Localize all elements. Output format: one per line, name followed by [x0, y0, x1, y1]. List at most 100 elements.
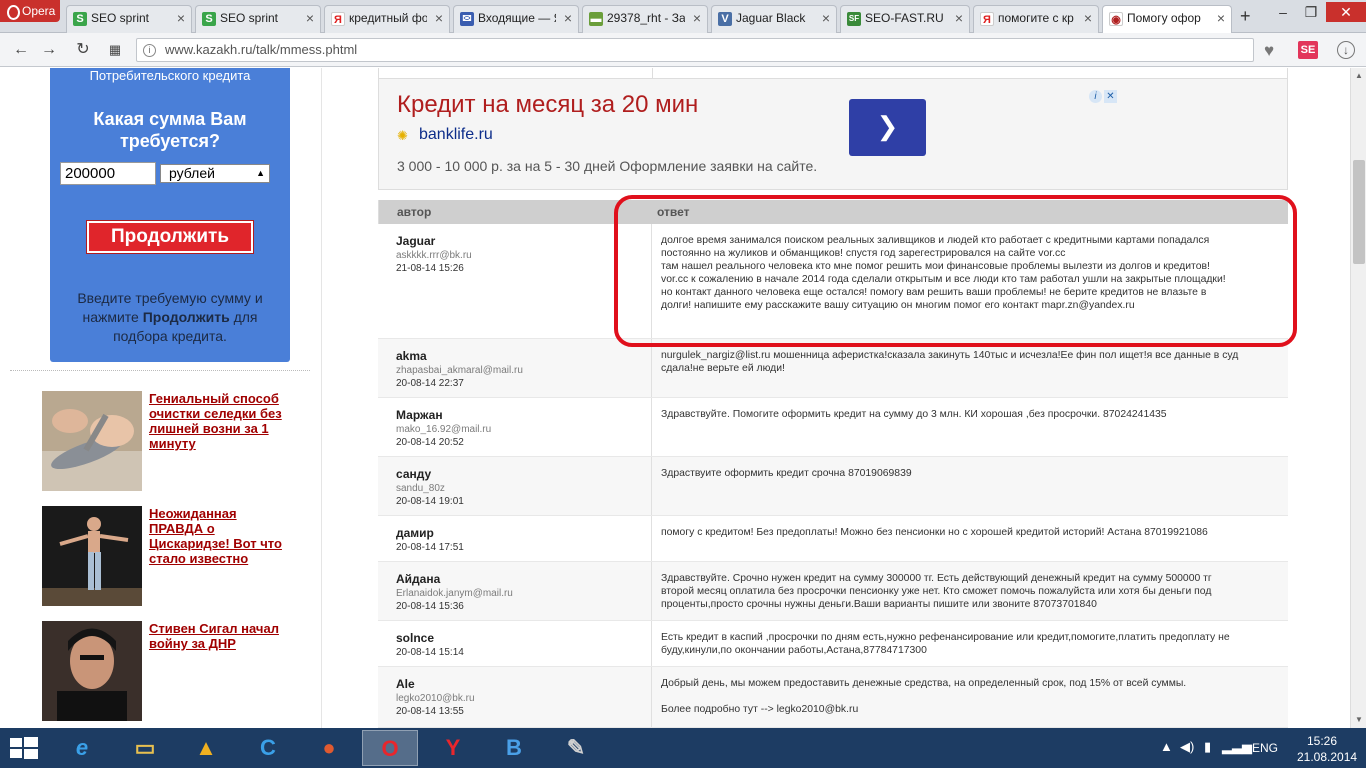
close-window-button[interactable]: ✕ [1326, 2, 1366, 22]
currency-select[interactable]: рублей ▲ [160, 164, 270, 183]
post-date: 20-08-14 17:51 [396, 542, 464, 553]
news-link[interactable]: Неожиданная ПРАВДА о Цискаридзе! Вот что… [149, 506, 282, 566]
app-ball-icon[interactable]: ● [301, 730, 357, 766]
scrollbar-thumb[interactable] [1353, 160, 1365, 264]
tab-title: Помогу офор [1127, 11, 1201, 25]
internet-explorer-icon[interactable]: e [54, 730, 110, 766]
tab-seo-sprint-1[interactable]: S SEO sprint × [66, 5, 192, 33]
news-item-herring[interactable]: Гениальный способ очистки селедки без ли… [42, 391, 282, 491]
site-info-icon[interactable]: i [143, 44, 156, 57]
app-c-icon[interactable]: C [240, 730, 296, 766]
tab-seo-fast[interactable]: SF SEO-FAST.RU × [840, 5, 970, 33]
app-triangle-icon[interactable]: ▲ [178, 730, 234, 766]
clock-time[interactable]: 15:26 [1307, 734, 1337, 748]
tab-close-icon[interactable]: × [955, 6, 963, 30]
reload-icon[interactable]: ↻ [72, 39, 94, 61]
ad-info-icon[interactable]: i [1089, 90, 1102, 103]
file-explorer-icon[interactable]: ▭ [117, 730, 173, 766]
url-field[interactable]: www.kazakh.ru/talk/mmess.phtml [136, 38, 1254, 62]
ad-title[interactable]: Кредит на месяц за 20 мин [397, 91, 698, 119]
tray-expand-icon[interactable]: ▲ [1160, 739, 1173, 754]
minimize-button[interactable]: – [1270, 2, 1296, 22]
opera-taskbar-icon[interactable]: O [362, 730, 418, 766]
tab-title: кредитный фо [349, 11, 427, 25]
ad-close-icon[interactable]: ✕ [1104, 90, 1117, 103]
tab-jaguar-black[interactable]: V Jaguar Black × [711, 5, 837, 33]
bookmark-heart-icon[interactable]: ♥ [1264, 41, 1274, 61]
tab-close-icon[interactable]: × [177, 6, 185, 30]
post-date: 20-08-14 22:37 [396, 378, 464, 389]
ad-domain-link[interactable]: banklife.ru [419, 126, 493, 144]
maximize-button[interactable]: ❐ [1298, 2, 1324, 22]
continue-button[interactable]: Продолжить [87, 221, 253, 253]
app-b-icon[interactable]: B [486, 730, 542, 766]
tab-favicon-icon: ◉ [1109, 12, 1123, 26]
network-icon[interactable]: ▮ [1204, 739, 1211, 755]
row-author: Jaguar askkkk.rrr@bk.ru 21-08-14 15:26 [396, 234, 636, 274]
table-row: Маржан mako_16.92@mail.ru 20-08-14 20:52… [378, 398, 1288, 457]
tab-close-icon[interactable]: × [1084, 6, 1092, 30]
news-link[interactable]: Стивен Сигал начал войну за ДНР [149, 621, 282, 651]
previous-row-fragment [378, 68, 1288, 78]
header-author: автор [397, 205, 432, 219]
tab-29378-rht[interactable]: ▬ 29378_rht - За × [582, 5, 708, 33]
tab-favicon-icon: S [73, 12, 87, 26]
clock-date[interactable]: 21.08.2014 [1297, 750, 1357, 764]
table-row: Айдана Erlanaidok.janym@mail.ru 20-08-14… [378, 562, 1288, 621]
download-icon[interactable]: ↓ [1337, 41, 1355, 59]
volume-icon[interactable]: ◀) [1180, 739, 1194, 755]
paint-icon[interactable]: ✎ [548, 730, 604, 766]
currency-select-value: рублей [169, 165, 215, 181]
tab-close-icon[interactable]: × [1217, 6, 1225, 30]
news-thumb-dancer-image[interactable] [42, 506, 142, 606]
scroll-down-arrow-icon[interactable]: ▼ [1351, 712, 1366, 728]
language-indicator[interactable]: ENG [1252, 741, 1278, 755]
author-email: zhapasbai_akmaral@mail.ru [396, 365, 523, 376]
news-thumb-herring-image[interactable] [42, 391, 142, 491]
se-extension-icon[interactable]: SE [1298, 41, 1318, 59]
table-header: автор ответ [378, 200, 1288, 224]
tab-title: SEO-FAST.RU [865, 11, 944, 25]
tab-inbox[interactable]: ✉ Входящие — Я × [453, 5, 579, 33]
advertisement-block[interactable]: Кредит на месяц за 20 мин ✺ banklife.ru … [378, 78, 1288, 190]
answer-text: Добрый день, мы можем предоставить денеж… [661, 678, 1187, 715]
tab-title: SEO sprint [220, 11, 279, 25]
post-date: 20-08-14 15:14 [396, 647, 464, 658]
news-link[interactable]: Гениальный способ очистки селедки без ли… [149, 391, 282, 451]
answer-text: долгое время занимался поиском реальных … [661, 235, 1226, 311]
opera-menu-button[interactable]: Opera [0, 0, 60, 22]
yandex-favicon-icon: Я [980, 12, 994, 26]
news-item-tsiskaridze[interactable]: Неожиданная ПРАВДА о Цискаридзе! Вот что… [42, 506, 282, 606]
page-scrollbar[interactable]: ▲ ▼ [1350, 68, 1366, 728]
amount-input[interactable]: 200000 [60, 162, 156, 185]
windows-start-icon[interactable] [10, 737, 38, 759]
tab-help-credit-search[interactable]: Я помогите с кр × [973, 5, 1099, 33]
answer-cell: Добрый день, мы можем предоставить денеж… [651, 667, 1288, 727]
tab-close-icon[interactable]: × [306, 6, 314, 30]
back-arrow-icon[interactable]: ← [10, 39, 32, 61]
tab-credit-search[interactable]: Я кредитный фо × [324, 5, 450, 33]
select-arrows-icon: ▲ [256, 168, 265, 178]
forward-arrow-icon[interactable]: → [38, 39, 60, 61]
tab-close-icon[interactable]: × [822, 6, 830, 30]
tab-close-icon[interactable]: × [693, 6, 701, 30]
mail-favicon-icon: ✉ [460, 12, 474, 26]
table-row: akma zhapasbai_akmaral@mail.ru 20-08-14 … [378, 339, 1288, 398]
tab-close-icon[interactable]: × [435, 6, 443, 30]
signal-icon[interactable]: ▂▃▅ [1222, 739, 1252, 755]
ad-go-button[interactable]: ❯ [849, 99, 926, 156]
tab-close-icon[interactable]: × [564, 6, 572, 30]
tab-seo-sprint-2[interactable]: S SEO sprint × [195, 5, 321, 33]
news-item-seagal[interactable]: Стивен Сигал начал войну за ДНР [42, 621, 282, 721]
speed-dial-grid-icon[interactable]: ▦ [104, 39, 126, 61]
scroll-up-arrow-icon[interactable]: ▲ [1351, 68, 1366, 84]
tab-title: Входящие — Я [478, 11, 556, 25]
answer-cell: долгое время занимался поиском реальных … [651, 224, 1288, 338]
ad-description: 3 000 - 10 000 р. за на 5 - 30 дней Офор… [397, 158, 818, 174]
yandex-browser-icon[interactable]: Y [425, 730, 481, 766]
answer-cell: помогу с кредитом! Без предоплаты! Можно… [651, 516, 1288, 561]
author-name: дамир [396, 526, 434, 540]
new-tab-button[interactable]: + [1240, 6, 1251, 27]
news-thumb-portrait-image[interactable] [42, 621, 142, 721]
tab-active-help-credit[interactable]: ◉ Помогу офор × [1102, 5, 1232, 34]
